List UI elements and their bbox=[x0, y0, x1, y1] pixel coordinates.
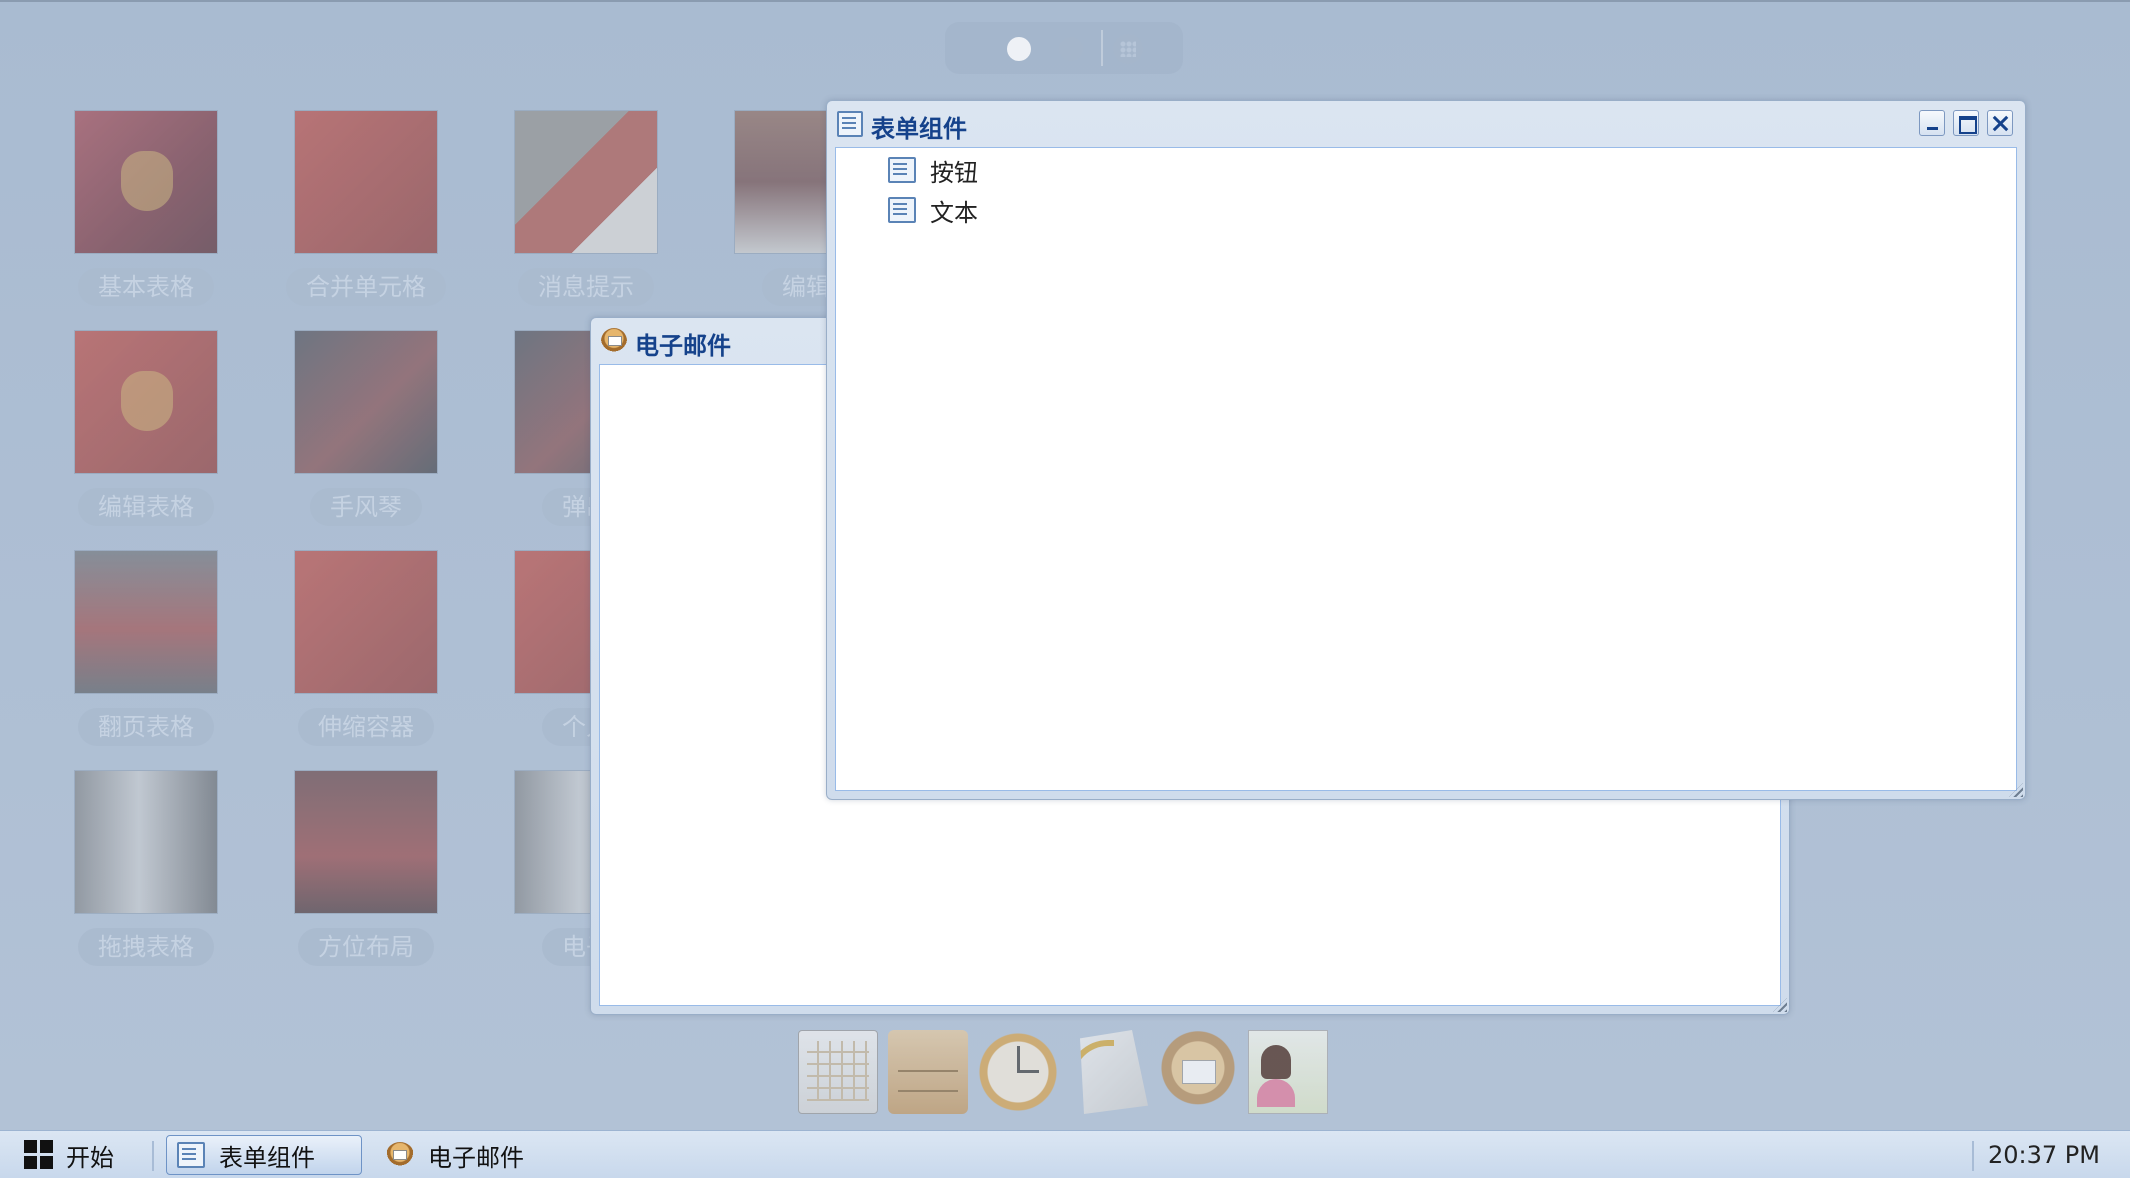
app-thumbnail bbox=[74, 770, 218, 914]
app-thumbnail bbox=[74, 550, 218, 694]
app-thumbnail bbox=[514, 110, 658, 254]
close-button[interactable] bbox=[1987, 110, 2013, 136]
window-title: 电子邮件 bbox=[635, 332, 731, 360]
start-label: 开始 bbox=[66, 1143, 114, 1172]
top-border bbox=[0, 0, 2130, 2]
taskbar-divider bbox=[1972, 1141, 1974, 1171]
user-card-icon[interactable] bbox=[1248, 1030, 1328, 1114]
app-accordion[interactable]: 手风琴 bbox=[240, 330, 440, 530]
app-label: 伸缩容器 bbox=[298, 708, 434, 746]
app-merge-cells[interactable]: 合并单元格 bbox=[240, 110, 446, 310]
app-border-layout[interactable]: 方位布局 bbox=[240, 770, 440, 970]
list-icon bbox=[888, 157, 916, 183]
list-icon bbox=[837, 111, 863, 137]
form-components-window[interactable]: 表单组件 按钮 文本 bbox=[826, 100, 2026, 800]
app-message-tip[interactable]: 消息提示 bbox=[460, 110, 660, 310]
app-drag-table[interactable]: 拖拽表格 bbox=[20, 770, 220, 970]
pager-divider bbox=[1101, 30, 1103, 66]
tree-item-label: 按钮 bbox=[930, 158, 978, 187]
drawer-icon[interactable] bbox=[888, 1030, 968, 1114]
app-thumbnail bbox=[294, 770, 438, 914]
minimize-button[interactable] bbox=[1919, 110, 1945, 136]
app-collapsible-container[interactable]: 伸缩容器 bbox=[240, 550, 440, 750]
app-label: 翻页表格 bbox=[78, 708, 214, 746]
app-label: 消息提示 bbox=[518, 268, 654, 306]
window-tools bbox=[1919, 110, 2013, 136]
app-label: 方位布局 bbox=[298, 928, 434, 966]
tree-item-text[interactable]: 文本 bbox=[888, 192, 978, 228]
list-icon bbox=[888, 197, 916, 223]
taskbar-divider bbox=[152, 1141, 154, 1171]
email-avatar-icon bbox=[601, 328, 627, 354]
clock-icon[interactable] bbox=[978, 1030, 1058, 1114]
task-form-components[interactable]: 表单组件 bbox=[166, 1135, 362, 1175]
page-dot-2[interactable] bbox=[1059, 37, 1083, 61]
tree-item-label: 文本 bbox=[930, 198, 978, 227]
task-label: 表单组件 bbox=[219, 1143, 315, 1172]
window-title: 表单组件 bbox=[871, 115, 967, 143]
app-label: 合并单元格 bbox=[286, 268, 446, 306]
taskbar: 开始 表单组件 电子邮件 20:37 PM bbox=[0, 1130, 2130, 1178]
app-label: 手风琴 bbox=[310, 488, 422, 526]
app-thumbnail bbox=[74, 330, 218, 474]
dock bbox=[798, 1030, 1338, 1116]
desktop-pager bbox=[945, 22, 1183, 74]
documents-icon[interactable] bbox=[1080, 1030, 1148, 1114]
maximize-button[interactable] bbox=[1953, 110, 1979, 136]
list-icon bbox=[177, 1142, 205, 1168]
mail-icon[interactable] bbox=[1158, 1030, 1238, 1114]
app-paging-table[interactable]: 翻页表格 bbox=[20, 550, 220, 750]
tree-item-button[interactable]: 按钮 bbox=[888, 152, 978, 188]
app-thumbnail bbox=[294, 330, 438, 474]
app-thumbnail bbox=[294, 550, 438, 694]
window-titlebar[interactable]: 表单组件 bbox=[827, 101, 2025, 147]
app-label: 基本表格 bbox=[78, 268, 214, 306]
page-dot-1[interactable] bbox=[1007, 37, 1031, 61]
windows-logo-icon bbox=[24, 1140, 54, 1170]
app-label: 拖拽表格 bbox=[78, 928, 214, 966]
calendar-icon[interactable] bbox=[798, 1030, 878, 1114]
app-thumbnail bbox=[294, 110, 438, 254]
app-thumbnail bbox=[74, 110, 218, 254]
task-email[interactable]: 电子邮件 bbox=[376, 1135, 572, 1175]
app-edit-table[interactable]: 编辑表格 bbox=[20, 330, 220, 530]
window-body: 按钮 文本 bbox=[835, 147, 2017, 791]
app-basic-table[interactable]: 基本表格 bbox=[20, 110, 220, 310]
taskbar-clock: 20:37 PM bbox=[1988, 1141, 2100, 1169]
start-button[interactable]: 开始 bbox=[24, 1139, 114, 1172]
desktop: 基本表格 合并单元格 消息提示 编辑 编辑表格 手风琴 弹出 翻页表格 伸缩容器… bbox=[0, 0, 2130, 1130]
email-avatar-icon bbox=[386, 1142, 414, 1168]
app-grid-icon[interactable] bbox=[1113, 34, 1143, 64]
app-label: 编辑表格 bbox=[78, 488, 214, 526]
task-label: 电子邮件 bbox=[428, 1143, 524, 1172]
